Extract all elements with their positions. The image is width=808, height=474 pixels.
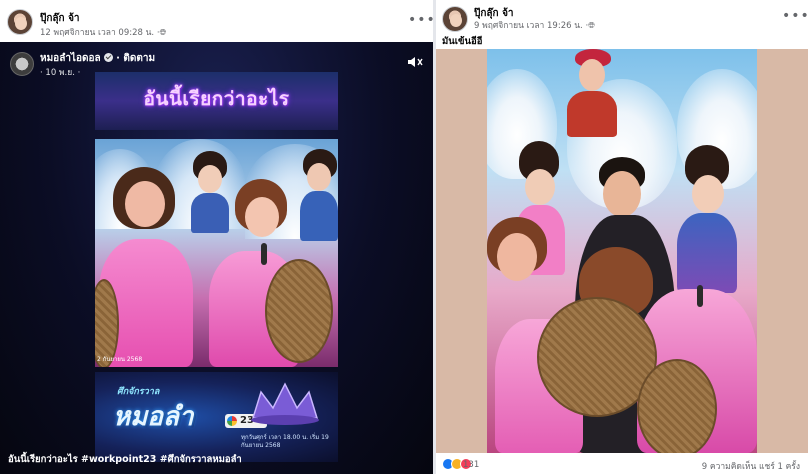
globe-icon: ·🌐︎ [156,28,167,38]
frame-date-stamp: 2 กันยายน 2568 [97,356,143,363]
reaction-count[interactable]: 131 [463,460,479,470]
video-frame: 2 กันยายน 2568 [95,139,338,367]
show-title: หมอลำ [113,402,194,432]
post-photo-frame[interactable] [436,49,808,453]
air-time-info: ทุกวันศุกร์ เวลา 18.00 น. เริ่ม 19 กันยา… [241,434,329,449]
post-timestamp[interactable]: 9 พฤศจิกายน เวลา 19:26 น. ·🌐︎ [474,18,595,32]
video-player[interactable]: หมอลำไอดอล · ติดตาม · 10 พ.ย. · อันนี้เร… [0,42,433,474]
post-card-right: ปุ๊กลุ๊ก จ้า 9 พฤศจิกายน เวลา 19:26 น. ·… [436,0,808,474]
author-name[interactable]: ปุ๊กลุ๊ก จ้า [40,11,80,26]
post-timestamp[interactable]: 12 พฤศจิกายน เวลา 09:28 น. ·🌐︎ [40,25,166,39]
author-avatar[interactable] [442,6,468,32]
post-text: มันเข้นอีอี [442,36,483,47]
post-footer: 131 9 ความคิดเห็น แชร์ 1 ครั้ง [436,453,808,474]
crown-emblem-icon [251,382,319,425]
verified-badge-icon [103,53,113,62]
globe-icon: ·🌐︎ [585,21,595,31]
comments-shares-count[interactable]: 9 ความคิดเห็น แชร์ 1 ครั้ง [702,459,800,473]
channel-avatar[interactable] [10,52,34,76]
follow-button[interactable]: ติดตาม [123,53,155,64]
video-date-text[interactable]: 10 พ.ย. [45,68,75,78]
video-date[interactable]: · 10 พ.ย. · [40,65,80,79]
more-options-icon[interactable]: ••• [782,8,808,24]
video-caption[interactable]: อันนี้เรียกว่าอะไร #workpoint23 #ศึกจักร… [8,452,242,467]
show-logo-panel: ศึกจักรวาล หมอลำ 23 ทุกวันศุกร์ เวลา 18.… [95,372,338,462]
post-photo[interactable] [487,49,757,453]
post-header: ปุ๊กลุ๊ก จ้า 9 พฤศจิกายน เวลา 19:26 น. ·… [436,0,808,42]
channel-header: หมอลำไอดอล · ติดตาม [40,53,156,64]
post-header: ปุ๊กลุ๊ก จ้า 12 พฤศจิกายน เวลา 09:28 น. … [0,0,433,42]
more-options-icon[interactable]: ••• [408,12,433,28]
author-avatar[interactable] [7,9,33,35]
video-title-banner: อันนี้เรียกว่าอะไร [95,72,338,130]
feed: ปุ๊กลุ๊ก จ้า 12 พฤศจิกายน เวลา 09:28 น. … [0,0,808,474]
timestamp-text[interactable]: 9 พฤศจิกายน เวลา 19:26 น. [474,21,583,31]
mute-icon[interactable] [407,54,423,68]
post-card-left: ปุ๊กลุ๊ก จ้า 12 พฤศจิกายน เวลา 09:28 น. … [0,0,433,474]
timestamp-text[interactable]: 12 พฤศจิกายน เวลา 09:28 น. [40,28,154,38]
channel-name[interactable]: หมอลำไอดอล [40,53,101,64]
video-title-overlay: อันนี้เรียกว่าอะไร [143,88,290,110]
